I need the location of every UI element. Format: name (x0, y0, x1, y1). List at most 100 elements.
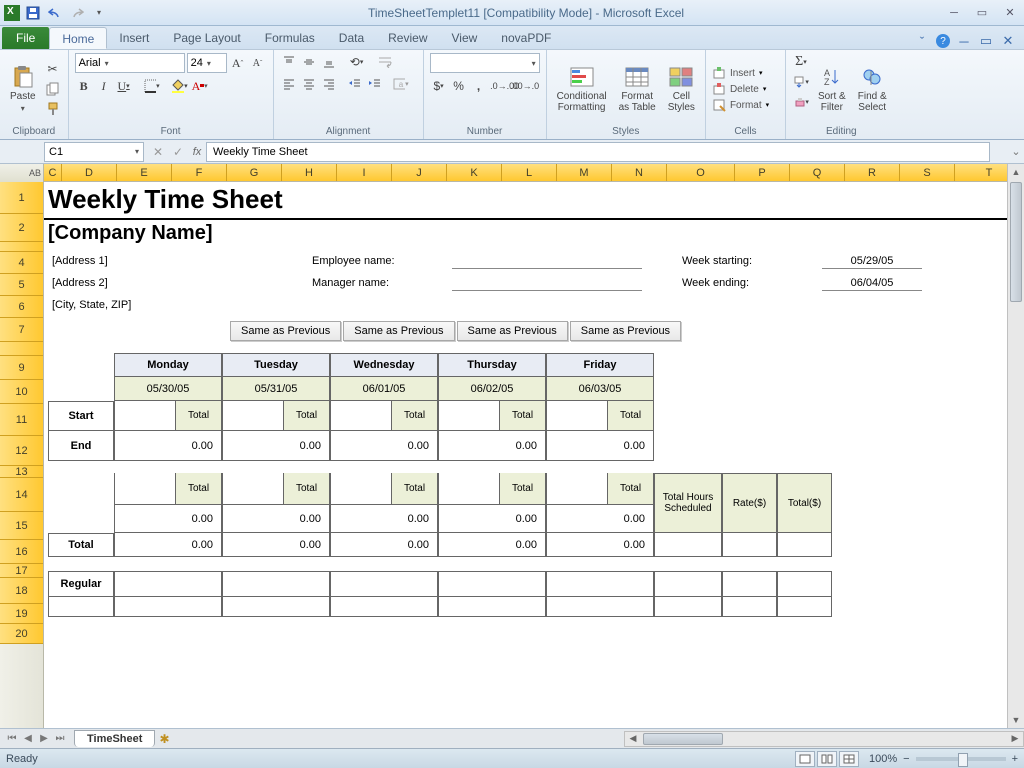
orientation-icon[interactable]: ⟲▾ (348, 53, 366, 71)
zoom-in-icon[interactable]: + (1012, 753, 1018, 765)
tab-insert[interactable]: Insert (107, 27, 161, 49)
row-head[interactable]: 1 (0, 182, 43, 214)
employee-name-field[interactable] (452, 255, 642, 269)
col-head[interactable]: H (282, 164, 337, 181)
col-head[interactable]: E (117, 164, 172, 181)
row-head[interactable]: 14 (0, 478, 43, 512)
blank-cell[interactable] (114, 597, 222, 617)
help-icon[interactable]: ? (936, 34, 950, 48)
row-head[interactable]: 17 (0, 564, 43, 578)
conditional-formatting-button[interactable]: Conditional Formatting (553, 53, 611, 125)
row-head[interactable]: 6 (0, 296, 43, 318)
same-as-previous-button[interactable]: Same as Previous (570, 321, 681, 341)
col-head[interactable]: I (337, 164, 392, 181)
same-as-previous-button[interactable]: Same as Previous (230, 321, 341, 341)
blank-cell[interactable] (777, 597, 832, 617)
sheet-tab-timesheet[interactable]: TimeSheet (74, 730, 155, 747)
scroll-thumb[interactable] (1010, 182, 1022, 302)
row-head[interactable]: 16 (0, 540, 43, 564)
tab-review[interactable]: Review (376, 27, 439, 49)
fill-color-icon[interactable]: ▾ (171, 77, 189, 95)
undo-icon[interactable] (46, 4, 64, 22)
end-value-cell[interactable]: 0.00 (438, 431, 546, 461)
scroll-right-icon[interactable]: ▶ (1007, 733, 1023, 744)
end-value-cell[interactable]: 0.00 (114, 431, 222, 461)
week-end-date[interactable]: 06/04/05 (822, 277, 922, 291)
sum-regular-cell[interactable] (722, 571, 777, 597)
col-head[interactable]: D (62, 164, 117, 181)
qat-customize-icon[interactable]: ▾ (90, 4, 108, 22)
expand-formula-icon[interactable]: ⌄ (1008, 145, 1024, 158)
col-head[interactable]: R (845, 164, 900, 181)
row-head[interactable]: 12 (0, 436, 43, 466)
sum-cell[interactable] (722, 533, 777, 557)
format-cells-button[interactable]: Format▾ (712, 98, 779, 112)
tab-page-layout[interactable]: Page Layout (161, 27, 252, 49)
last-sheet-icon[interactable]: ⏭ (52, 733, 68, 744)
page-layout-view-icon[interactable] (817, 751, 837, 767)
col-head[interactable]: F (172, 164, 227, 181)
decrease-indent-icon[interactable] (346, 75, 364, 93)
regular-cell[interactable] (114, 571, 222, 597)
scroll-up-icon[interactable]: ▲ (1008, 164, 1024, 180)
redo-icon[interactable] (68, 4, 86, 22)
fx-icon[interactable]: fx (188, 146, 206, 158)
decrease-decimal-icon[interactable]: .00→.0 (516, 77, 534, 95)
row-head[interactable]: 7 (0, 318, 43, 342)
align-bottom-icon[interactable] (320, 53, 338, 71)
row-head[interactable]: 2 (0, 214, 43, 242)
blank-cell[interactable] (330, 597, 438, 617)
col-head[interactable]: K (447, 164, 502, 181)
start-time-cell[interactable] (115, 401, 176, 430)
manager-name-field[interactable] (452, 277, 642, 291)
sum-regular-cell[interactable] (654, 571, 722, 597)
select-all-corner[interactable]: AB (0, 164, 44, 182)
col-head[interactable]: S (900, 164, 955, 181)
fill-icon[interactable]: ▾ (792, 73, 810, 91)
number-format-dropdown[interactable]: ▾ (430, 53, 540, 73)
row-head[interactable]: 10 (0, 380, 43, 404)
copy-icon[interactable] (44, 80, 62, 98)
col-head[interactable]: Q (790, 164, 845, 181)
row-head[interactable]: 15 (0, 512, 43, 540)
col-head[interactable]: C (44, 164, 62, 181)
cell-styles-button[interactable]: Cell Styles (664, 53, 699, 125)
start-time-cell[interactable] (223, 401, 284, 430)
row-head[interactable] (0, 242, 43, 252)
col-head[interactable]: G (227, 164, 282, 181)
row-head[interactable]: 20 (0, 624, 43, 644)
sum-cell[interactable] (777, 533, 832, 557)
doc-close-icon[interactable]: ✕ (1000, 33, 1016, 49)
currency-icon[interactable]: $▾ (430, 77, 448, 95)
bold-icon[interactable]: B (75, 77, 93, 95)
blank-cell[interactable] (546, 597, 654, 617)
comma-icon[interactable]: , (470, 77, 488, 95)
clear-icon[interactable]: ▾ (792, 93, 810, 111)
enter-formula-icon[interactable]: ✓ (168, 143, 188, 161)
sum-regular-cell[interactable] (777, 571, 832, 597)
delete-cells-button[interactable]: Delete▾ (712, 82, 779, 96)
sum-cell[interactable] (654, 533, 722, 557)
scroll-left-icon[interactable]: ◀ (625, 733, 641, 744)
blank-cell[interactable] (722, 597, 777, 617)
doc-minimize-icon[interactable]: ─ (956, 33, 972, 49)
same-as-previous-button[interactable]: Same as Previous (457, 321, 568, 341)
blank-cell[interactable] (438, 597, 546, 617)
zoom-out-icon[interactable]: − (903, 753, 909, 765)
page-break-view-icon[interactable] (839, 751, 859, 767)
col-head[interactable]: P (735, 164, 790, 181)
insert-cells-button[interactable]: Insert▾ (712, 66, 779, 80)
save-icon[interactable] (24, 4, 42, 22)
row-head[interactable]: 19 (0, 604, 43, 624)
increase-font-icon[interactable]: Aˆ (229, 54, 247, 72)
align-center-icon[interactable] (300, 75, 318, 93)
regular-cell[interactable] (438, 571, 546, 597)
end-value-cell[interactable]: 0.00 (546, 431, 654, 461)
first-sheet-icon[interactable]: ⏮ (4, 733, 20, 744)
horizontal-scrollbar[interactable]: ◀ ▶ (624, 731, 1024, 747)
percent-icon[interactable]: % (450, 77, 468, 95)
start-time-cell[interactable] (547, 401, 608, 430)
decrease-font-icon[interactable]: Aˇ (249, 54, 267, 72)
tab-home[interactable]: Home (49, 27, 107, 49)
row-head[interactable]: 5 (0, 274, 43, 296)
